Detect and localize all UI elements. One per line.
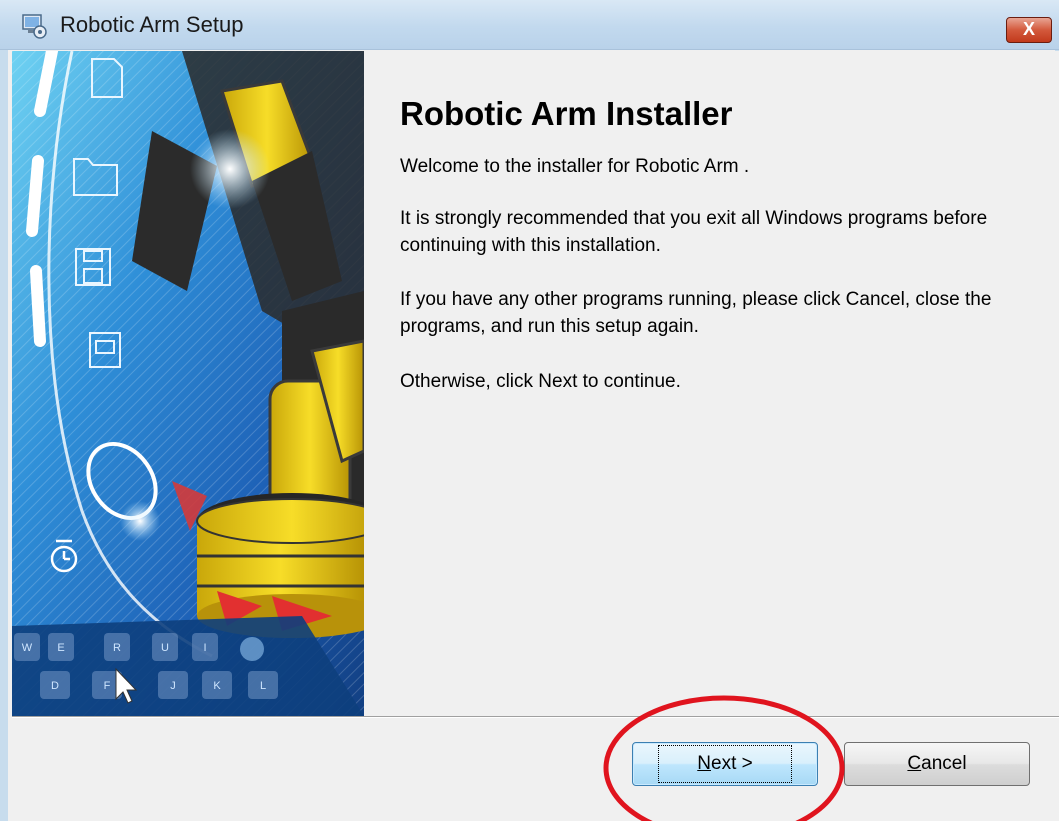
close-icon: X	[1022, 19, 1035, 39]
key-r: R	[113, 642, 121, 654]
cancel-button[interactable]: Cancel	[844, 742, 1030, 786]
other-programs-text: If you have any other programs running, …	[400, 289, 992, 337]
continue-instruction-text: Otherwise, click Next to continue.	[400, 371, 681, 392]
key-k: K	[213, 680, 221, 692]
key-e: E	[57, 642, 64, 654]
key-u: U	[161, 642, 169, 654]
welcome-text: Welcome to the installer for Robotic Arm…	[400, 156, 750, 177]
next-button[interactable]: Next >	[632, 742, 818, 786]
next-button-label: Next >	[658, 745, 792, 783]
key-d: D	[51, 680, 59, 692]
key-i: I	[203, 642, 206, 654]
key-l: L	[260, 680, 266, 692]
close-button[interactable]: X	[1006, 17, 1052, 43]
key-w: W	[22, 642, 33, 654]
installer-computer-icon	[22, 14, 47, 39]
key-j: J	[170, 680, 176, 692]
window-title: Robotic Arm Setup	[60, 12, 244, 37]
recommendation-text: It is strongly recommended that you exit…	[400, 208, 988, 256]
title-bar[interactable]: Robotic Arm Setup X	[0, 0, 1059, 50]
cancel-button-label: Cancel	[907, 753, 967, 774]
welcome-panel: Robotic Arm Installer Welcome to the ins…	[364, 51, 1059, 716]
installer-heading: Robotic Arm Installer	[400, 95, 733, 132]
installer-banner-image: W E R U I D F J K L	[12, 51, 364, 716]
key-f: F	[104, 680, 111, 692]
